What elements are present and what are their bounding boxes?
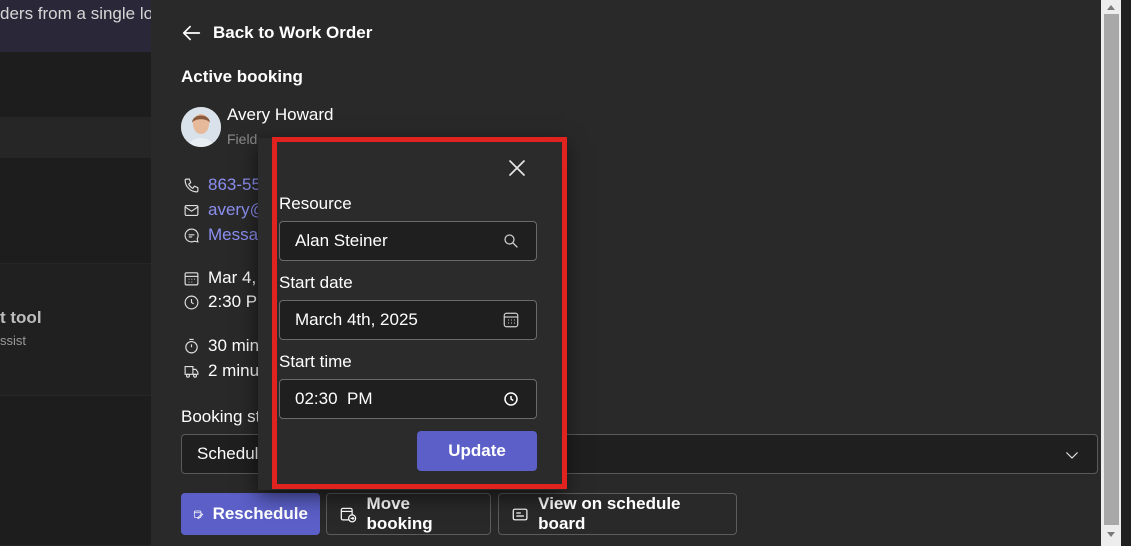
back-to-work-order-link[interactable]: Back to Work Order <box>181 22 372 44</box>
view-schedule-board-button[interactable]: View on schedule board <box>498 493 737 535</box>
booking-date: Mar 4, <box>208 268 257 287</box>
time-row: 2:30 PI <box>183 292 262 312</box>
booking-status-value: Schedul <box>197 444 259 463</box>
section-title: Active booking <box>181 67 303 86</box>
reschedule-label: Reschedule <box>212 504 308 523</box>
background-header-text: ders from a single lo <box>0 4 154 23</box>
start-date-input[interactable]: March 4th, 2025 <box>279 300 537 340</box>
resource-value: Alan Steiner <box>295 231 388 250</box>
start-time-label: Start time <box>279 352 352 371</box>
date-row: Mar 4, <box>183 268 256 288</box>
start-date-value: March 4th, 2025 <box>295 310 418 329</box>
background-band <box>0 118 151 158</box>
window-edge <box>1121 0 1131 546</box>
background-band <box>0 158 151 264</box>
schedule-board-icon <box>512 508 528 520</box>
mail-icon <box>184 204 199 216</box>
message-link[interactable]: Messa <box>208 225 258 245</box>
chevron-down-icon <box>1066 452 1078 459</box>
duration-row: 30 min <box>183 336 259 356</box>
move-calendar-icon <box>340 507 357 522</box>
resource-search-input[interactable]: Alan Steiner <box>279 221 537 261</box>
background-tool-subtitle: ssist <box>0 333 26 348</box>
start-time-input[interactable]: 02:30 PM <box>279 379 537 419</box>
clock-icon[interactable] <box>502 390 520 408</box>
close-icon[interactable] <box>505 156 529 180</box>
arrow-left-icon <box>182 25 201 41</box>
move-booking-label: Move booking <box>366 494 433 533</box>
travel-row: 2 minu <box>183 361 259 381</box>
phone-icon <box>184 178 199 192</box>
booking-duration: 30 min <box>208 336 260 355</box>
message-row: Messa <box>183 225 258 245</box>
avatar-photo <box>181 107 221 147</box>
avatar[interactable] <box>181 107 221 147</box>
vehicle-icon <box>184 365 199 378</box>
background-page: ders from a single lo t tool ssist <box>0 0 154 546</box>
update-button[interactable]: Update <box>417 431 537 471</box>
booking-status-label: Booking st <box>181 407 261 426</box>
person-role: Field <box>227 131 258 147</box>
booking-time: 2:30 PI <box>208 292 262 311</box>
start-date-label: Start date <box>279 273 353 292</box>
scroll-up-arrow-icon[interactable] <box>1104 2 1118 12</box>
back-label: Back to Work Order <box>213 23 373 42</box>
clock-icon <box>184 295 199 309</box>
travel-time: 2 minu <box>208 361 260 380</box>
chat-icon <box>184 228 199 243</box>
background-band <box>0 52 151 118</box>
reschedule-button[interactable]: Reschedule <box>181 493 320 535</box>
background-band <box>0 396 151 546</box>
person-name: Avery Howard <box>227 105 334 124</box>
edit-calendar-icon <box>193 510 204 519</box>
timer-icon <box>185 338 198 353</box>
search-icon[interactable] <box>502 232 520 250</box>
update-label: Update <box>448 441 506 460</box>
phone-link[interactable]: 863-55 <box>208 175 261 195</box>
resource-label: Resource <box>279 194 352 213</box>
background-header: ders from a single lo <box>0 0 154 52</box>
view-schedule-label: View on schedule board <box>538 494 681 533</box>
scrollbar-thumb[interactable] <box>1104 14 1119 525</box>
email-row: avery@ <box>183 200 267 220</box>
start-time-value: 02:30 PM <box>295 389 373 408</box>
background-tool-title: t tool <box>0 308 42 327</box>
phone-row: 863-55 <box>183 175 261 195</box>
calendar-icon[interactable] <box>502 311 520 329</box>
background-band <box>0 264 151 396</box>
scroll-down-arrow-icon[interactable] <box>1104 530 1118 540</box>
calendar-icon <box>184 271 199 285</box>
move-booking-button[interactable]: Move booking <box>326 493 491 535</box>
